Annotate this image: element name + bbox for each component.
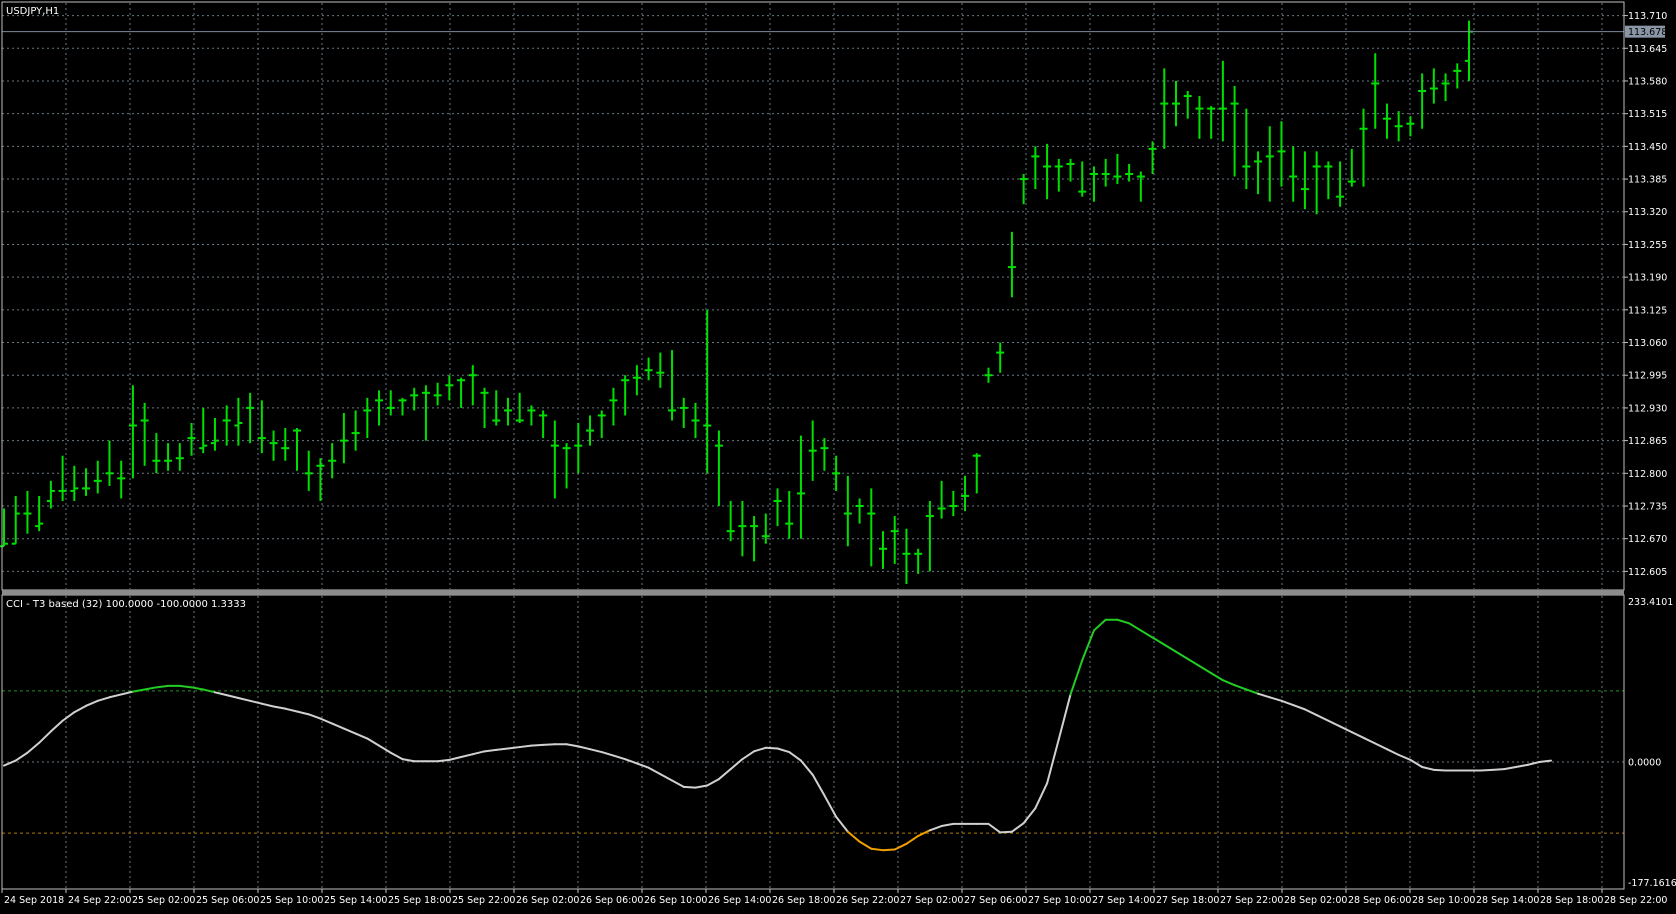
- chart-canvas[interactable]: USDJPY,H1 CCI - T3 based (32) 100.0000 -…: [0, 0, 1676, 910]
- time-tick-label: 25 Sep 22:00: [452, 895, 515, 906]
- price-tick-label: 113.320: [1628, 207, 1667, 218]
- cci-segment: [155, 684, 170, 689]
- time-tick-label: 28 Sep 02:00: [1284, 895, 1347, 906]
- time-tick-label: 25 Sep 14:00: [324, 895, 387, 906]
- price-tick-label: 113.710: [1628, 11, 1667, 22]
- price-tick-label: 112.930: [1628, 403, 1667, 414]
- indicator-panel-title: CCI - T3 based (32) 100.0000 -100.0000 1…: [6, 599, 246, 610]
- cci-segment: [495, 747, 509, 751]
- cci-segment: [1538, 759, 1553, 764]
- cci-max-label: 233.4101: [1628, 597, 1673, 608]
- time-tick-label: 25 Sep 10:00: [260, 895, 323, 906]
- price-tick-label: 112.800: [1628, 469, 1667, 480]
- time-tick-label: 27 Sep 06:00: [964, 895, 1027, 906]
- cci-min-label: -177.1616: [1628, 878, 1676, 889]
- price-tick-label: 113.385: [1628, 175, 1667, 186]
- cci-segment: [506, 746, 521, 750]
- mt4-chart[interactable]: USDJPY,H1 CCI - T3 based (32) 100.0000 -…: [0, 0, 1676, 910]
- cci-segment: [1432, 768, 1447, 772]
- cci-segment: [483, 748, 498, 753]
- price-tick-label: 113.645: [1628, 44, 1667, 55]
- cci-zero-label: 0.0000: [1628, 758, 1661, 769]
- time-tick-label: 28 Sep 06:00: [1348, 895, 1411, 906]
- price-tick-label: 113.580: [1628, 76, 1667, 87]
- cci-segment: [178, 684, 193, 689]
- time-tick-label: 27 Sep 02:00: [900, 895, 963, 906]
- price-tick-label: 112.995: [1628, 371, 1667, 382]
- cci-segment: [1479, 768, 1494, 772]
- cci-segment: [882, 848, 896, 852]
- cci-segment: [870, 847, 884, 852]
- cci-segment: [682, 785, 697, 789]
- price-tick-label: 112.865: [1628, 436, 1667, 447]
- time-tick-label: 27 Sep 18:00: [1156, 895, 1219, 906]
- bid-price-badge: 113.678: [1625, 25, 1667, 38]
- time-tick-label: 25 Sep 02:00: [132, 895, 195, 906]
- time-tick-label: 25 Sep 06:00: [196, 895, 259, 906]
- price-tick-label: 112.735: [1628, 502, 1667, 513]
- time-tick-label: 27 Sep 14:00: [1092, 895, 1155, 906]
- cci-segment: [436, 758, 451, 763]
- cci-segment: [518, 744, 533, 749]
- time-tick-label: 24 Sep 2018: [4, 895, 64, 906]
- price-tick-label: 113.060: [1628, 338, 1667, 349]
- cci-segment: [1491, 768, 1506, 771]
- cci-segment: [764, 746, 779, 750]
- time-tick-label: 28 Sep 22:00: [1604, 895, 1667, 906]
- cci-segment: [530, 743, 545, 747]
- price-panel-title: USDJPY,H1: [6, 6, 59, 17]
- price-tick-label: 113.125: [1628, 305, 1667, 316]
- time-tick-label: 25 Sep 18:00: [388, 895, 451, 906]
- panel-splitter[interactable]: [2, 590, 1624, 595]
- time-tick-label: 27 Sep 22:00: [1220, 895, 1283, 906]
- time-tick-label: 28 Sep 18:00: [1540, 895, 1603, 906]
- time-tick-label: 26 Sep 02:00: [516, 895, 579, 906]
- price-tick-label: 112.605: [1628, 567, 1667, 578]
- time-tick-label: 26 Sep 10:00: [644, 895, 707, 906]
- bid-price-label: 113.678: [1628, 27, 1667, 38]
- price-tick-label: 113.255: [1628, 240, 1667, 251]
- price-tick-label: 113.190: [1628, 273, 1667, 284]
- time-tick-label: 26 Sep 14:00: [708, 895, 771, 906]
- time-tick-label: 27 Sep 10:00: [1028, 895, 1091, 906]
- time-tick-label: 28 Sep 10:00: [1412, 895, 1475, 906]
- time-tick-label: 26 Sep 18:00: [772, 895, 835, 906]
- chart-background: [0, 0, 1676, 910]
- cci-segment: [542, 743, 556, 746]
- time-tick-label: 28 Sep 14:00: [1476, 895, 1539, 906]
- cci-segment: [999, 830, 1013, 834]
- price-tick-label: 113.515: [1628, 109, 1667, 120]
- price-tick-label: 113.450: [1628, 142, 1667, 153]
- time-tick-label: 26 Sep 06:00: [580, 895, 643, 906]
- time-tick-label: 24 Sep 22:00: [68, 895, 131, 906]
- time-tick-label: 26 Sep 22:00: [836, 895, 899, 906]
- price-tick-label: 112.670: [1628, 534, 1667, 545]
